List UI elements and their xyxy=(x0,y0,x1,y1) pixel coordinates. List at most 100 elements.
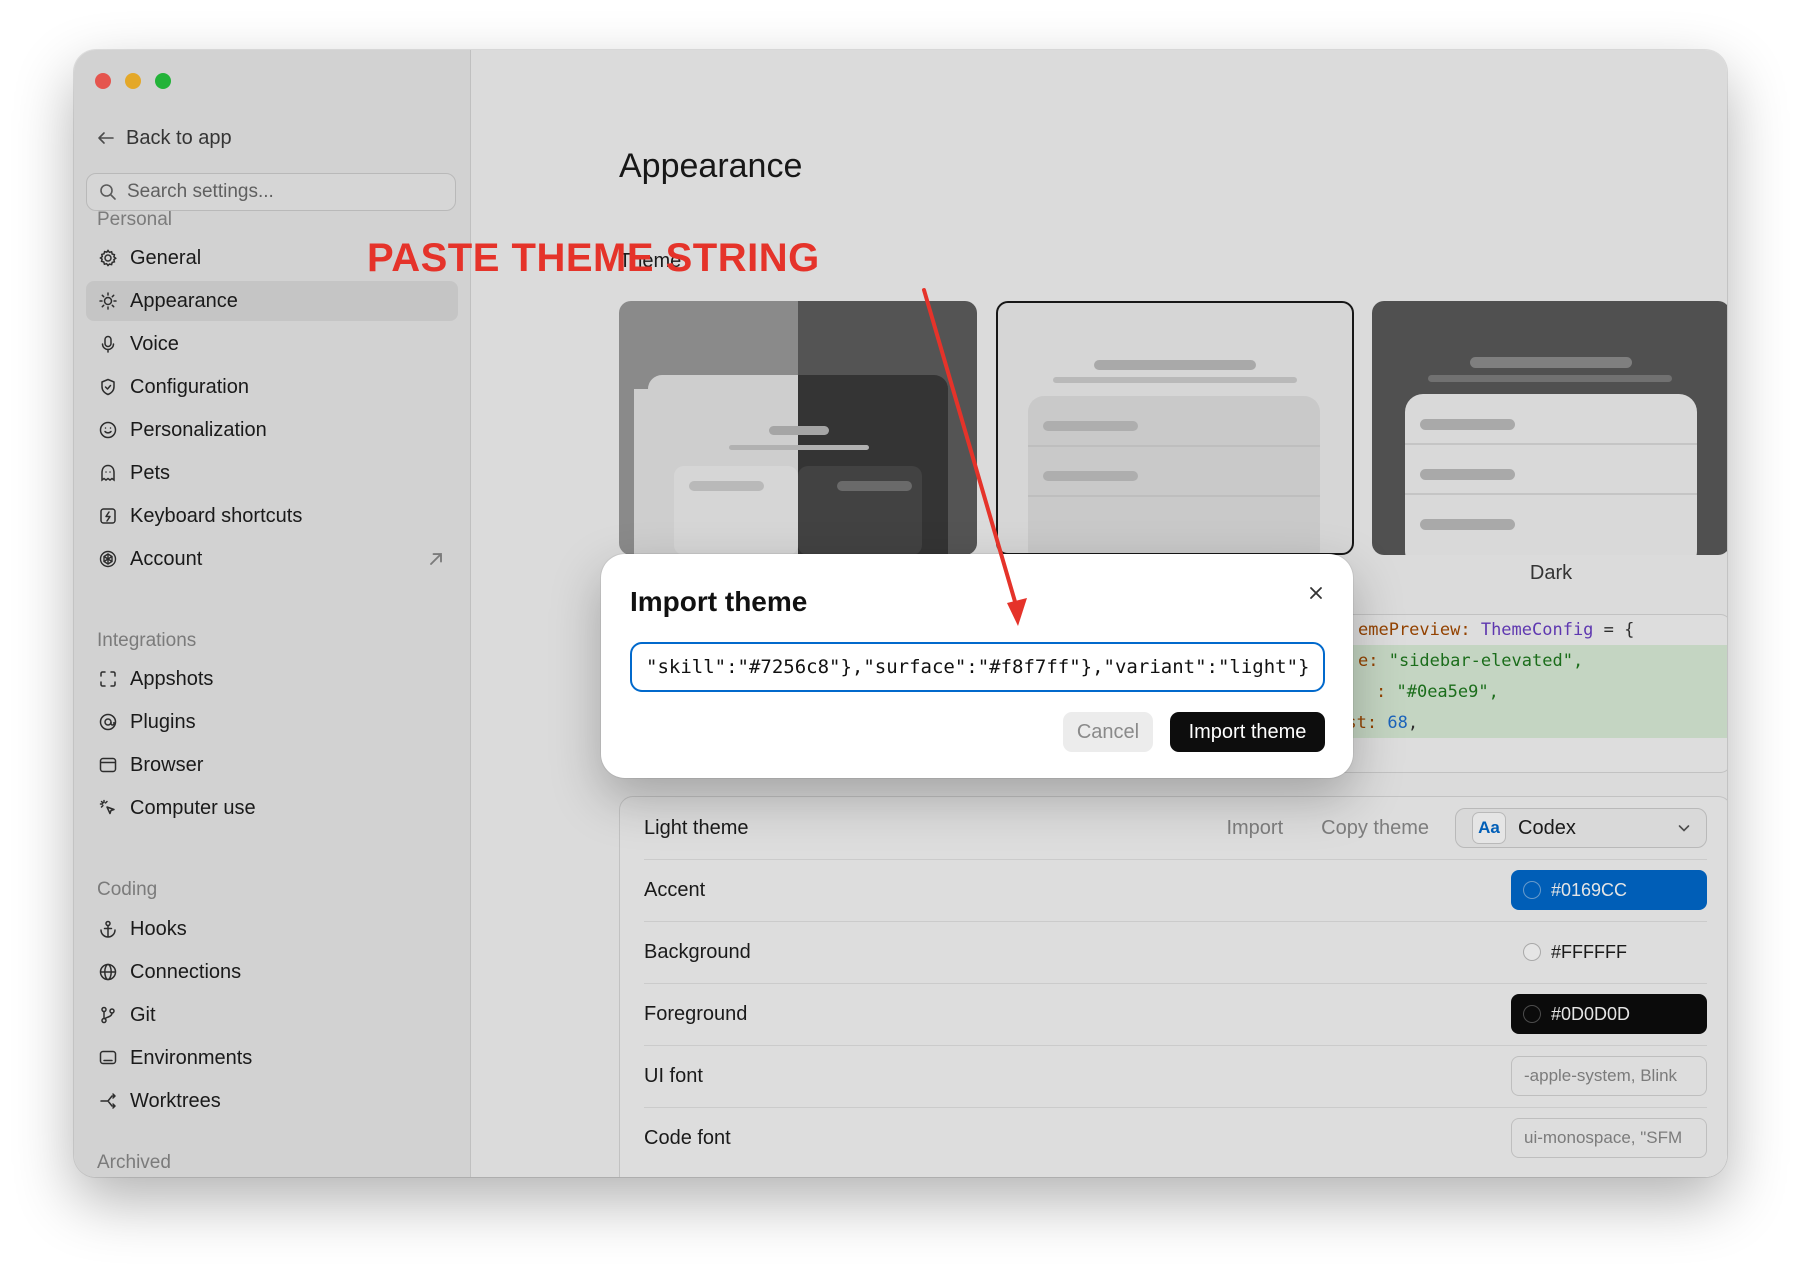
sidebar-item-configuration[interactable]: Configuration xyxy=(86,367,458,407)
globe-icon xyxy=(99,963,117,981)
accent-label: Accent xyxy=(644,878,706,901)
search-icon xyxy=(100,184,116,200)
sidebar-item-voice[interactable]: Voice xyxy=(86,324,458,364)
accent-row: Accent #0169CC xyxy=(644,859,1707,922)
arrow-left-icon xyxy=(98,132,114,144)
page-title: Appearance xyxy=(619,147,803,185)
import-theme-button[interactable]: Import theme xyxy=(1170,712,1325,752)
sidebar-item-browser[interactable]: Browser xyxy=(86,745,458,785)
sidebar-item-label: Environments xyxy=(130,1046,253,1069)
dark-theme-preview xyxy=(1405,357,1697,555)
gear-icon xyxy=(99,249,117,267)
worktree-icon xyxy=(100,1093,116,1109)
sidebar-item-computer-use[interactable]: Computer use xyxy=(86,788,458,828)
light-theme-header-row: Light theme Import Copy theme Aa Codex xyxy=(644,797,1707,860)
sidebar-item-pets[interactable]: Pets xyxy=(86,453,458,493)
sidebar-item-hooks[interactable]: Hooks xyxy=(86,909,458,949)
sidebar-item-environments[interactable]: Environments xyxy=(86,1038,458,1078)
anchor-icon xyxy=(100,920,116,938)
code-font-label: Code font xyxy=(644,1126,731,1149)
sidebar-item-label: Appearance xyxy=(130,289,238,312)
sidebar-item-label: Computer use xyxy=(130,796,256,819)
foreground-color-dot xyxy=(1523,1005,1541,1023)
theme-preset-select[interactable]: Aa Codex xyxy=(1455,808,1707,848)
dialog-close-button[interactable] xyxy=(1301,578,1331,608)
ui-font-row: UI font -apple-system, Blink xyxy=(644,1045,1707,1108)
pet-icon xyxy=(101,464,115,482)
close-window-button[interactable] xyxy=(95,73,111,89)
zoom-window-button[interactable] xyxy=(155,73,171,89)
system-theme-preview xyxy=(619,301,977,555)
foreground-row: Foreground #0D0D0D xyxy=(644,983,1707,1046)
theme-card-system[interactable] xyxy=(619,301,977,555)
screenshot-icon xyxy=(100,671,116,687)
minimize-window-button[interactable] xyxy=(125,73,141,89)
sidebar-item-account[interactable]: Account xyxy=(86,539,458,579)
browser-icon xyxy=(99,757,117,773)
dialog-title: Import theme xyxy=(630,586,808,617)
import-theme-dialog: Import theme Cancel Import theme xyxy=(601,554,1353,778)
search-placeholder: Search settings... xyxy=(127,181,274,202)
background-color-dot xyxy=(1523,943,1541,961)
section-personal: Personal xyxy=(97,209,172,230)
background-color-value: #FFFFFF xyxy=(1551,941,1627,962)
sidebar-item-git[interactable]: Git xyxy=(86,995,458,1035)
sidebar-item-label: Configuration xyxy=(130,375,249,398)
sidebar-item-worktrees[interactable]: Worktrees xyxy=(86,1081,458,1121)
sidebar-item-personalization[interactable]: Personalization xyxy=(86,410,458,450)
microphone-icon xyxy=(101,335,115,353)
back-to-app-link[interactable]: Back to app xyxy=(96,124,232,152)
section-archived: Archived xyxy=(97,1152,171,1173)
accent-color-dot xyxy=(1523,881,1541,899)
diff-line-2: e: "sidebar-elevated", xyxy=(1358,651,1584,671)
ui-font-label: UI font xyxy=(644,1064,703,1087)
plugin-icon xyxy=(99,713,117,731)
section-coding: Coding xyxy=(97,879,158,900)
sidebar-item-label: General xyxy=(130,246,202,269)
cursor-icon xyxy=(99,799,115,815)
sidebar-item-appearance[interactable]: Appearance xyxy=(86,281,458,321)
sidebar-item-label: Plugins xyxy=(130,710,196,733)
theme-card-dark[interactable] xyxy=(1372,301,1727,555)
annotation-label: PASTE THEME STRING xyxy=(367,236,820,280)
search-field[interactable]: Search settings... xyxy=(86,173,456,211)
sidebar-item-plugins[interactable]: Plugins xyxy=(86,702,458,742)
copy-theme-link[interactable]: Copy theme xyxy=(1321,817,1429,840)
sidebar-item-label: Connections xyxy=(130,960,242,983)
theme-string-input[interactable] xyxy=(630,642,1325,692)
sidebar-item-keyboard-shortcuts[interactable]: Keyboard shortcuts xyxy=(86,496,458,536)
sun-icon xyxy=(99,292,117,310)
keyboard-icon xyxy=(100,508,116,524)
import-link[interactable]: Import xyxy=(1226,817,1283,840)
theme-card-light[interactable] xyxy=(996,301,1354,555)
background-row: Background #FFFFFF xyxy=(644,921,1707,984)
code-font-input[interactable]: ui-monospace, "SFM xyxy=(1511,1118,1707,1158)
close-icon xyxy=(1310,587,1322,599)
background-color-picker[interactable]: #FFFFFF xyxy=(1511,932,1707,972)
accent-color-picker[interactable]: #0169CC xyxy=(1511,870,1707,910)
sidebar-item-appshots[interactable]: Appshots xyxy=(86,659,458,699)
settings-window: Back to app Search settings... Personal … xyxy=(74,50,1727,1177)
background-label: Background xyxy=(644,940,751,963)
branch-icon xyxy=(101,1006,115,1024)
foreground-color-picker[interactable]: #0D0D0D xyxy=(1511,994,1707,1034)
monitor-icon xyxy=(99,1050,117,1065)
font-preview-badge: Aa xyxy=(1472,812,1506,844)
sidebar: Back to app Search settings... Personal … xyxy=(74,50,471,1177)
sidebar-item-label: Browser xyxy=(130,753,204,776)
ui-font-input[interactable]: -apple-system, Blink xyxy=(1511,1056,1707,1096)
section-integrations: Integrations xyxy=(97,630,197,651)
diff-line-3: : "#0ea5e9", xyxy=(1376,682,1499,702)
theme-preset-value: Codex xyxy=(1518,816,1576,839)
light-theme-label: Light theme xyxy=(644,816,749,839)
cancel-button[interactable]: Cancel xyxy=(1063,712,1153,752)
external-link-icon xyxy=(430,553,442,565)
sidebar-item-label: Worktrees xyxy=(130,1089,221,1112)
dark-theme-label: Dark xyxy=(1529,562,1573,584)
sidebar-item-connections[interactable]: Connections xyxy=(86,952,458,992)
diff-line-1: emePreview: ThemeConfig = { xyxy=(1358,620,1635,640)
account-icon xyxy=(99,550,117,568)
sidebar-item-label: Voice xyxy=(130,332,179,355)
sidebar-item-label: Pets xyxy=(130,461,171,484)
sidebar-item-label: Appshots xyxy=(130,667,214,690)
